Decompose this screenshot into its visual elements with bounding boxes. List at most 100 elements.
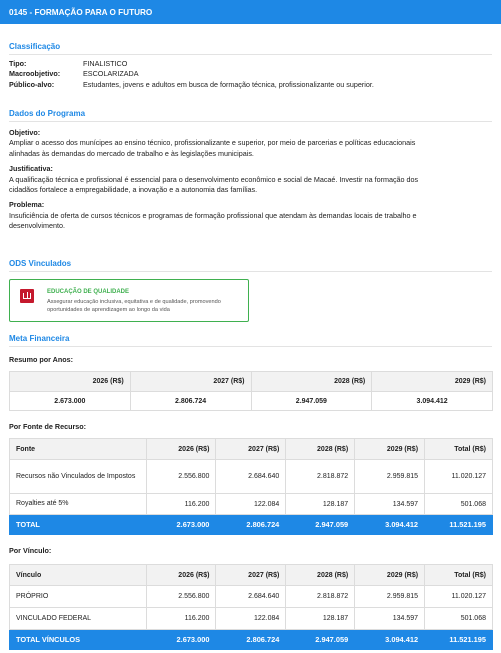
cell: 2.673.000 bbox=[145, 629, 217, 650]
cell: TOTAL bbox=[9, 514, 147, 535]
table-row: VINCULADO FEDERAL 116.200 122.084 128.18… bbox=[9, 607, 493, 630]
cell: 3.094.412 bbox=[354, 514, 426, 535]
table-row: Recursos não Vinculados de Impostos 2.55… bbox=[9, 459, 493, 494]
value-cell: 2.947.059 bbox=[250, 391, 373, 411]
problema-text-line-1: Insuficiência de oferta de cursos técnic… bbox=[9, 210, 417, 220]
objetivo-label: Objetivo: bbox=[9, 128, 41, 137]
cell: 128.187 bbox=[285, 493, 356, 515]
cell: Royalties até 5% bbox=[9, 493, 147, 515]
header-cell: Total (R$) bbox=[424, 438, 493, 460]
cell: VINCULADO FEDERAL bbox=[9, 607, 147, 630]
cell: PRÓPRIO bbox=[9, 585, 147, 608]
cell: 122.084 bbox=[215, 607, 287, 630]
table-row: PRÓPRIO 2.556.800 2.684.640 2.818.872 2.… bbox=[9, 585, 493, 608]
vinculo-table: Vínculo 2026 (R$) 2027 (R$) 2028 (R$) 20… bbox=[9, 564, 493, 650]
tipo-label: Tipo: bbox=[9, 59, 27, 68]
cell: 2.947.059 bbox=[285, 514, 356, 535]
cell: 11.521.195 bbox=[424, 629, 493, 650]
total-row: TOTAL VÍNCULOS 2.673.000 2.806.724 2.947… bbox=[9, 629, 493, 650]
cell: 2.959.815 bbox=[354, 459, 426, 494]
total-row: TOTAL 2.673.000 2.806.724 2.947.059 3.09… bbox=[9, 514, 493, 535]
header-cell: 2026 (R$) bbox=[145, 438, 217, 460]
macroobjetivo-row: Macroobjetivo: ESCOLARIZADA bbox=[0, 69, 501, 79]
header-cell: 2027 (R$) bbox=[215, 438, 287, 460]
value-cell: 2.806.724 bbox=[129, 391, 252, 411]
ods-desc-line-1: Assegurar educação inclusiva, equitativa… bbox=[47, 299, 221, 305]
cell: 501.068 bbox=[424, 493, 493, 515]
page-title: 0145 - FORMAÇÃO PARA O FUTURO bbox=[9, 8, 153, 17]
fonte-table: Fonte 2026 (R$) 2027 (R$) 2028 (R$) 2029… bbox=[9, 438, 493, 535]
header-cell: 2029 (R$) bbox=[354, 564, 426, 586]
cell: 2.684.640 bbox=[215, 585, 287, 608]
classificacao-title: Classificação bbox=[9, 42, 61, 51]
header-cell: Fonte bbox=[9, 438, 147, 460]
macroobjetivo-value: ESCOLARIZADA bbox=[83, 69, 139, 79]
resumo-label: Resumo por Anos: bbox=[9, 355, 74, 364]
cell: 122.084 bbox=[215, 493, 287, 515]
vinculo-label: Por Vínculo: bbox=[9, 546, 52, 555]
ods-card-description: Assegurar educação inclusiva, equitativa… bbox=[47, 298, 247, 315]
cell: TOTAL VÍNCULOS bbox=[9, 629, 147, 650]
cell: 2.806.724 bbox=[215, 514, 287, 535]
cell: 116.200 bbox=[145, 607, 217, 630]
cell: 3.094.412 bbox=[354, 629, 426, 650]
page-header: 0145 - FORMAÇÃO PARA O FUTURO bbox=[0, 0, 501, 24]
divider bbox=[9, 54, 492, 55]
cell: 2.818.872 bbox=[285, 585, 356, 608]
resumo-table: 2026 (R$) 2027 (R$) 2028 (R$) 2029 (R$) … bbox=[9, 371, 493, 411]
ods-title: ODS Vinculados bbox=[9, 259, 72, 268]
header-cell: 2028 (R$) bbox=[250, 371, 373, 392]
divider bbox=[9, 271, 492, 272]
tipo-value: FINALISTICO bbox=[83, 59, 128, 68]
justificativa-text-line-1: A qualificação técnica e profissional é … bbox=[9, 174, 419, 184]
cell: 2.959.815 bbox=[354, 585, 426, 608]
header-cell: 2029 (R$) bbox=[354, 438, 426, 460]
value-cell: 3.094.412 bbox=[371, 391, 493, 411]
cell: 2.806.724 bbox=[215, 629, 287, 650]
problema-text-line-2: desenvolvimento. bbox=[9, 221, 65, 231]
objetivo-text-line-2: alinhadas às demandas do mercado de trab… bbox=[9, 148, 254, 158]
book-icon bbox=[20, 289, 34, 303]
header-cell: 2026 (R$) bbox=[145, 564, 217, 586]
header-cell: 2028 (R$) bbox=[285, 564, 356, 586]
header-cell: Vínculo bbox=[9, 564, 147, 586]
cell: 11.521.195 bbox=[424, 514, 493, 535]
cell: 11.020.127 bbox=[424, 459, 493, 494]
divider bbox=[9, 121, 492, 122]
fonte-label: Por Fonte de Recurso: bbox=[9, 422, 87, 431]
publico-alvo-label: Público-alvo: bbox=[9, 79, 55, 89]
cell: 2.673.000 bbox=[145, 514, 217, 535]
cell: 2.556.800 bbox=[145, 459, 217, 494]
ods-card-title: EDUCAÇÃO DE QUALIDADE bbox=[47, 289, 130, 295]
resumo-value-row: 2.673.000 2.806.724 2.947.059 3.094.412 bbox=[9, 391, 493, 411]
cell: 134.597 bbox=[354, 493, 426, 515]
macroobjetivo-label: Macroobjetivo: bbox=[9, 69, 61, 79]
table-row: Royalties até 5% 116.200 122.084 128.187… bbox=[9, 493, 493, 515]
cell: 134.597 bbox=[354, 607, 426, 630]
header-cell: 2029 (R$) bbox=[371, 371, 493, 392]
value-cell: 2.673.000 bbox=[9, 391, 131, 411]
justificativa-label: Justificativa: bbox=[9, 164, 53, 174]
resumo-header-row: 2026 (R$) 2027 (R$) 2028 (R$) 2029 (R$) bbox=[9, 371, 493, 392]
cell: Recursos não Vinculados de Impostos bbox=[9, 459, 147, 494]
cell: 2.684.640 bbox=[215, 459, 287, 494]
ods-card[interactable]: EDUCAÇÃO DE QUALIDADE Assegurar educação… bbox=[9, 279, 249, 322]
cell: 2.818.872 bbox=[285, 459, 356, 494]
cell: 128.187 bbox=[285, 607, 356, 630]
ods-desc-line-2: oportunidades de aprendizagem ao longo d… bbox=[47, 307, 170, 314]
problema-label: Problema: bbox=[9, 200, 45, 210]
header-cell: Total (R$) bbox=[424, 564, 493, 586]
cell: 2.556.800 bbox=[145, 585, 217, 608]
cell: 501.068 bbox=[424, 607, 493, 630]
meta-financeira-title: Meta Financeira bbox=[9, 334, 70, 343]
tipo-row: Tipo: FINALISTICO bbox=[0, 59, 501, 69]
cell: 11.020.127 bbox=[424, 585, 493, 608]
header-cell: 2026 (R$) bbox=[9, 371, 131, 392]
publico-alvo-value: Estudantes, jovens e adultos em busca de… bbox=[83, 79, 374, 89]
header-cell: 2028 (R$) bbox=[285, 438, 356, 460]
header-cell: 2027 (R$) bbox=[129, 371, 252, 392]
table-header-row: Vínculo 2026 (R$) 2027 (R$) 2028 (R$) 20… bbox=[9, 564, 493, 586]
program-page: 0145 - FORMAÇÃO PARA O FUTURO Classifica… bbox=[0, 0, 501, 653]
cell: 116.200 bbox=[145, 493, 217, 515]
header-cell: 2027 (R$) bbox=[215, 564, 287, 586]
